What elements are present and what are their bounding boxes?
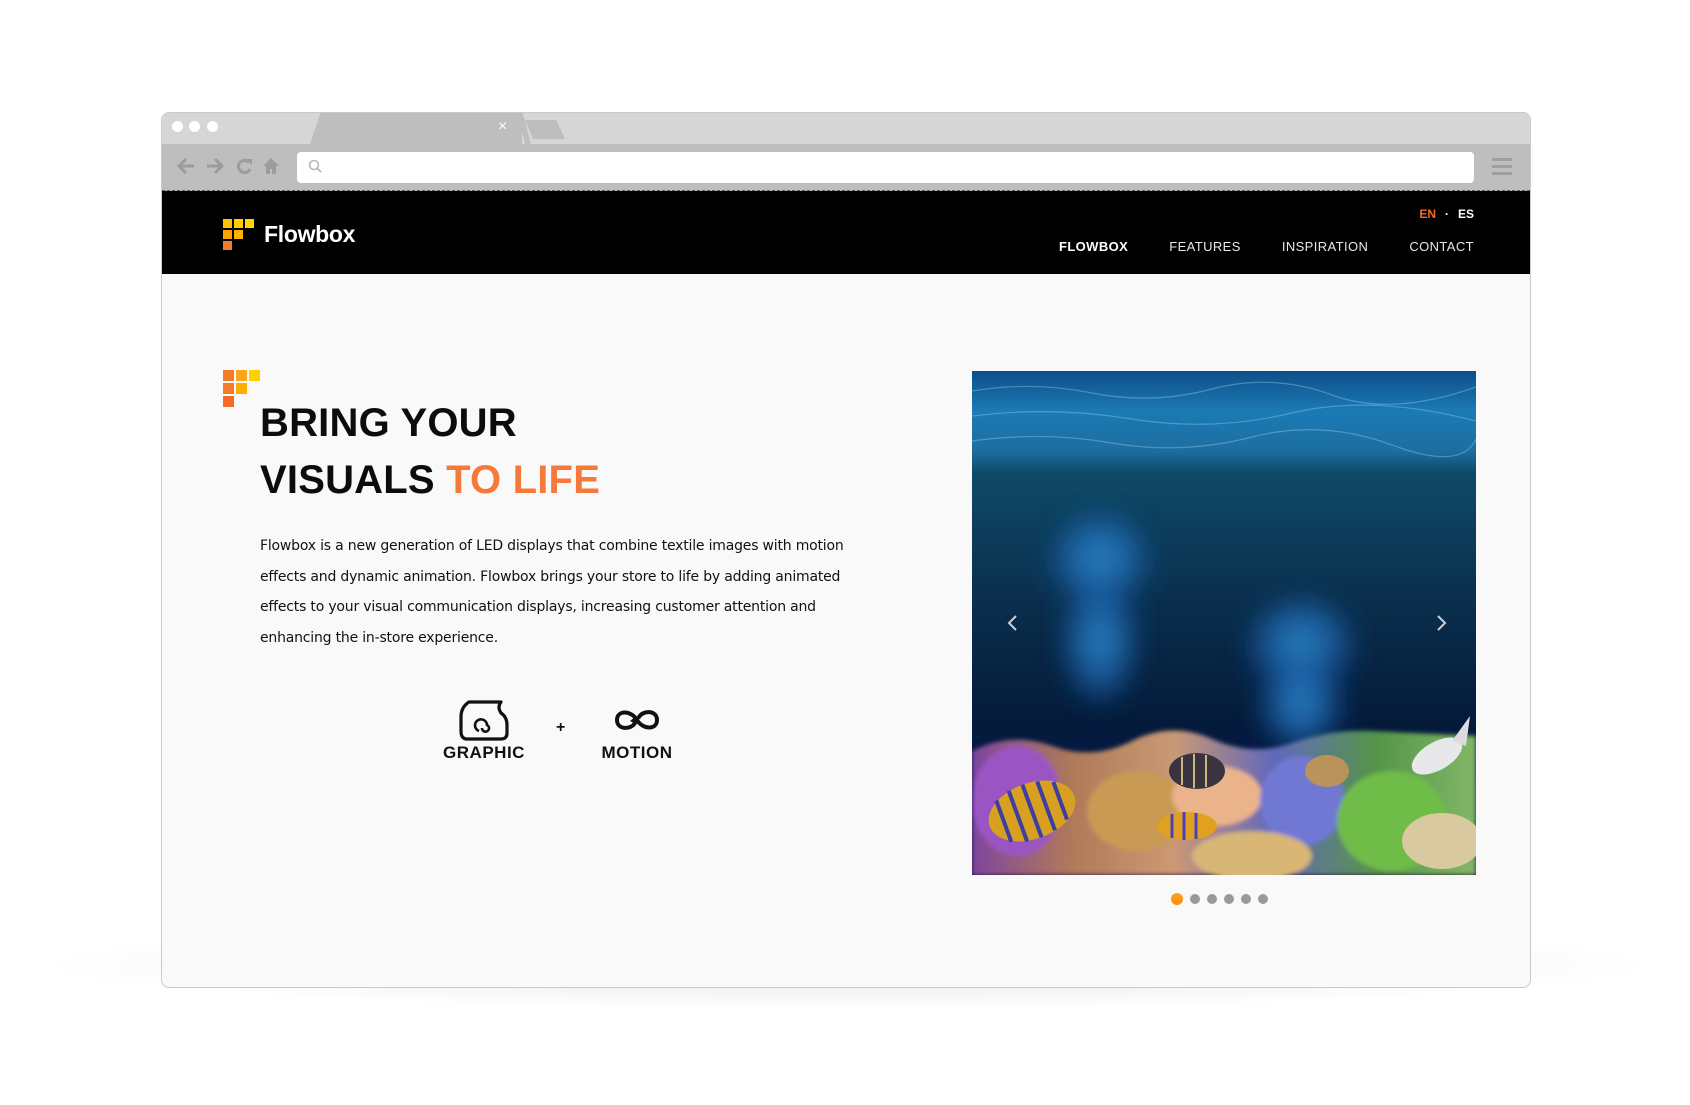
slider-dot-3[interactable]	[1207, 894, 1217, 904]
nav-contact[interactable]: CONTACT	[1409, 239, 1474, 254]
hero-title-accent: TO LIFE	[446, 458, 601, 502]
main-nav: FLOWBOX FEATURES INSPIRATION CONTACT	[1059, 239, 1474, 254]
site-logo[interactable]: Flowbox	[223, 219, 355, 250]
nav-features[interactable]: FEATURES	[1169, 239, 1241, 254]
lang-separator: ·	[1444, 207, 1449, 221]
plus-sign: +	[556, 719, 566, 736]
nav-flowbox[interactable]: FLOWBOX	[1059, 239, 1128, 254]
tab-strip: ×	[162, 113, 1530, 144]
image-slider[interactable]	[972, 371, 1476, 875]
infinity-loop-icon	[595, 699, 679, 743]
close-icon[interactable]: ×	[498, 119, 507, 135]
slider-pagination	[1171, 893, 1268, 905]
new-tab-button[interactable]	[525, 120, 565, 139]
hero-logo-mark-icon	[223, 370, 263, 410]
window-dot-close[interactable]	[172, 121, 183, 132]
nav-inspiration[interactable]: INSPIRATION	[1282, 239, 1369, 254]
window-dot-minimize[interactable]	[189, 121, 200, 132]
address-bar[interactable]	[297, 152, 1474, 183]
search-icon	[306, 157, 326, 177]
slider-dot-6[interactable]	[1258, 894, 1268, 904]
logo-text: Flowbox	[264, 221, 356, 247]
hero-description: Flowbox is a new generation of LED displ…	[260, 538, 844, 646]
slider-dot-5[interactable]	[1241, 894, 1251, 904]
back-icon[interactable]	[176, 154, 196, 184]
feature-motion-label: MOTION	[601, 743, 673, 762]
lang-en[interactable]: EN	[1419, 207, 1436, 221]
hero-title-line1: BRING YOUR	[260, 401, 517, 445]
slider-next-arrow[interactable]	[1433, 613, 1449, 633]
lang-es[interactable]: ES	[1458, 207, 1474, 221]
menu-icon[interactable]	[1492, 158, 1512, 176]
feature-graphic-label: GRAPHIC	[443, 743, 525, 762]
feature-graphic: GRAPHIC	[443, 699, 525, 763]
site-header: Flowbox EN · ES FLOWBOX FEATURES INSPIRA…	[162, 191, 1530, 274]
hero-title: BRING YOUR VISUALS TO LIFE	[260, 395, 600, 509]
slider-dot-4[interactable]	[1224, 894, 1234, 904]
forward-icon[interactable]	[205, 154, 225, 184]
reload-icon[interactable]	[235, 154, 253, 184]
textile-roll-icon	[443, 699, 525, 743]
slider-dot-2[interactable]	[1190, 894, 1200, 904]
feature-motion: MOTION	[595, 699, 679, 763]
browser-toolbar	[162, 144, 1530, 191]
url-input[interactable]	[331, 152, 1461, 183]
slide-image-underwater	[972, 371, 1476, 875]
slider-prev-arrow[interactable]	[1005, 613, 1021, 633]
browser-window: × Flowbox EN · ES FLOWBOX FEATURES INSPI…	[161, 112, 1531, 988]
hero-title-line2: VISUALS	[260, 458, 447, 502]
window-dot-maximize[interactable]	[207, 121, 218, 132]
home-icon[interactable]	[262, 154, 280, 184]
slider-dot-1[interactable]	[1171, 893, 1183, 905]
browser-tab[interactable]	[310, 113, 522, 144]
language-switcher: EN · ES	[1419, 207, 1474, 221]
flowbox-logo-icon	[223, 219, 254, 250]
